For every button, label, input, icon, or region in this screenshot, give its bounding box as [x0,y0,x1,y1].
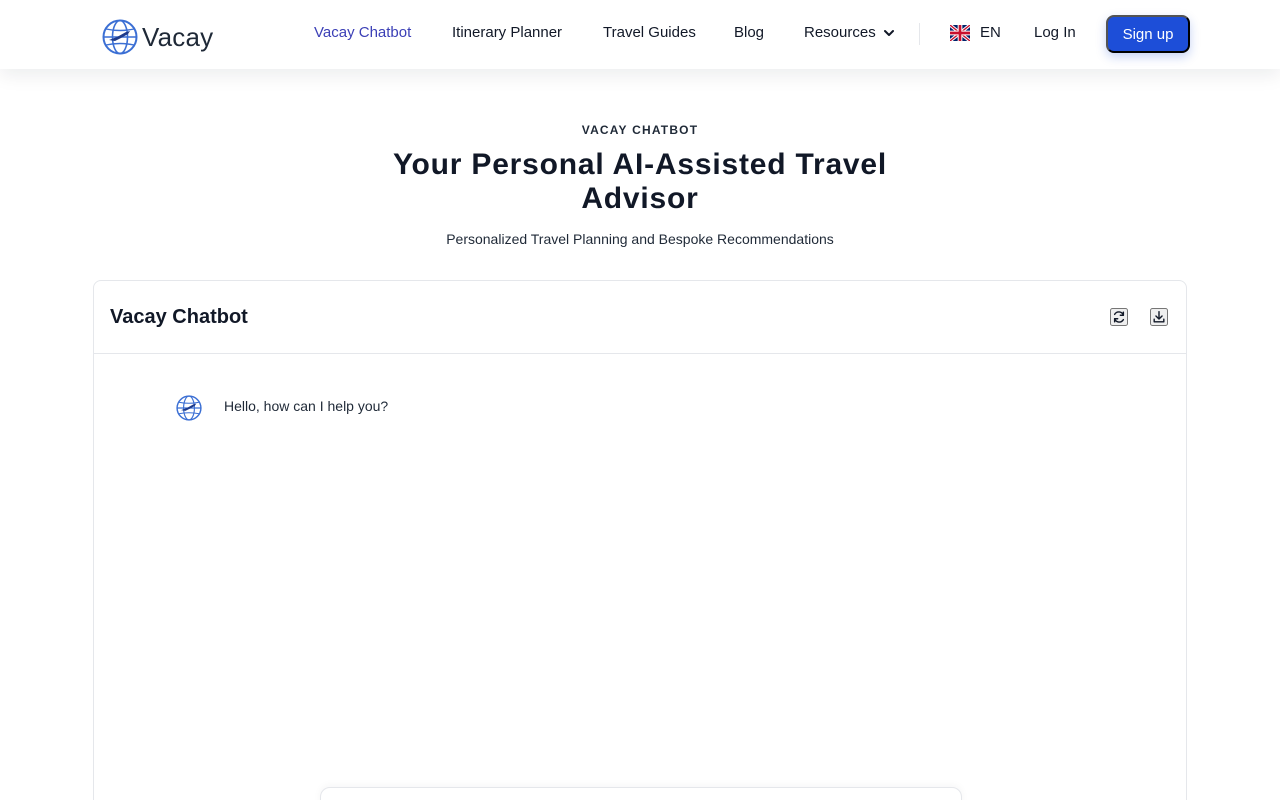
refresh-icon [1113,311,1125,323]
language-code: EN [980,24,1001,41]
globe-plane-icon [102,19,138,55]
nav-travel-guides[interactable]: Travel Guides [603,24,696,42]
refresh-chat-button[interactable] [1110,308,1128,326]
login-link[interactable]: Log In [1034,24,1076,42]
nav-resources-label: Resources [804,24,876,41]
chevron-down-icon [883,30,894,36]
nav-blog[interactable]: Blog [734,24,764,42]
chat-header: Vacay Chatbot [94,281,1186,354]
logo-text: Vacay [142,22,214,52]
signup-button[interactable]: Sign up [1106,15,1190,53]
bot-message: Hello, how can I help you? [176,395,388,421]
bot-avatar-globe-icon [176,395,202,421]
top-navbar: Vacay Vacay Chatbot Itinerary Planner Tr… [0,0,1280,69]
nav-itinerary-planner[interactable]: Itinerary Planner [452,24,562,42]
chat-input-box[interactable] [320,787,962,800]
language-selector[interactable]: EN [950,23,1001,43]
uk-flag-icon [950,25,970,41]
nav-divider [919,23,920,45]
bot-message-text: Hello, how can I help you? [224,398,389,414]
hero-subtitle: Personalized Travel Planning and Bespoke… [446,231,834,247]
nav-vacay-chatbot[interactable]: Vacay Chatbot [314,24,411,42]
hero-eyebrow: VACAY CHATBOT [581,123,699,137]
download-chat-button[interactable] [1150,308,1168,326]
chat-title: Vacay Chatbot [110,306,248,328]
vacay-logo[interactable]: Vacay [102,18,213,56]
nav-resources-dropdown[interactable]: Resources [804,24,896,42]
chatbot-panel: Vacay Chatbot Hello, how can I help you? [93,280,1187,800]
hero-title: Your Personal AI-Assisted Travel Advisor [392,148,888,215]
download-icon [1153,311,1165,323]
